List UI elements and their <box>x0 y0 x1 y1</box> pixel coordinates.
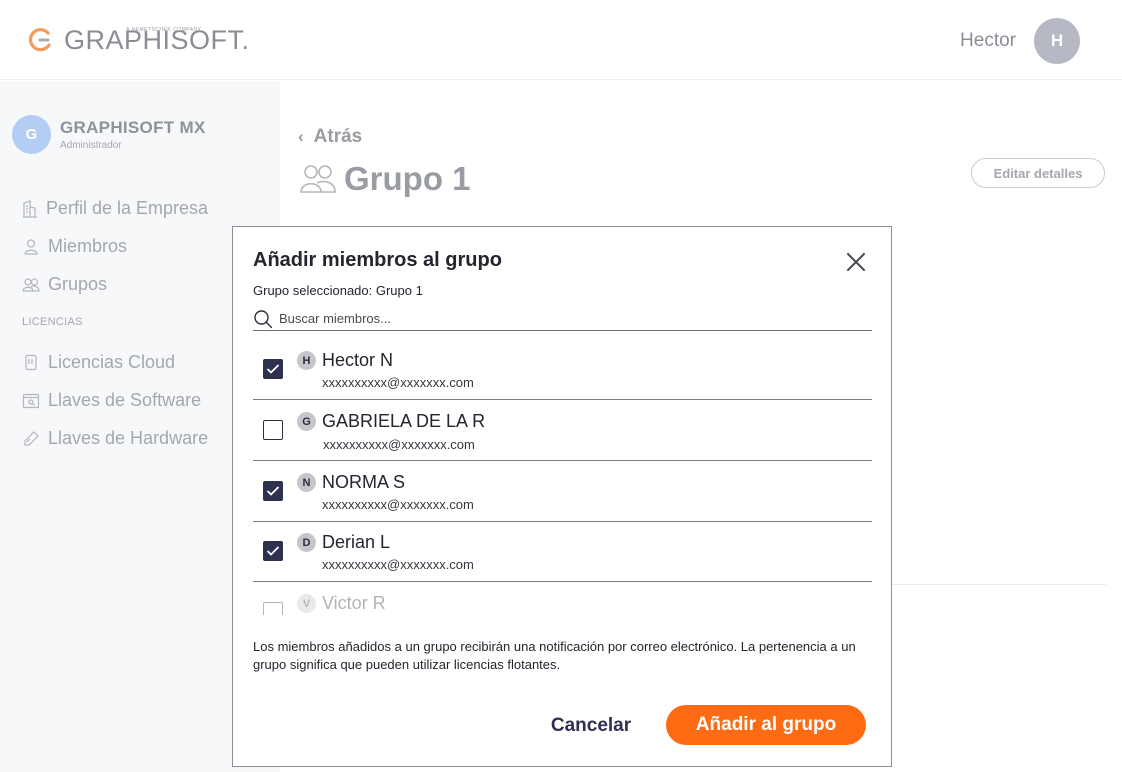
sidebar-item-grupos[interactable]: Grupos <box>22 274 107 295</box>
add-members-dialog: Añadir miembros al grupo Grupo seleccion… <box>232 226 892 767</box>
search-icon <box>254 309 273 328</box>
member-row[interactable]: N NORMA S xxxxxxxxxx@xxxxxxx.com <box>253 461 872 522</box>
member-row[interactable]: H Hector N xxxxxxxxxx@xxxxxxx.com <box>253 339 872 400</box>
check-icon <box>266 486 280 496</box>
section-licencias: LICENCIAS <box>22 316 83 328</box>
sidebar-item-label: Perfil de la Empresa <box>46 198 209 218</box>
member-checkbox[interactable] <box>263 420 283 440</box>
company-info: G GRAPHISOFT MX Administrador <box>12 115 206 154</box>
search-input[interactable] <box>279 311 839 326</box>
back-link[interactable]: ‹ Atrás <box>298 126 362 148</box>
member-name: Hector N <box>322 350 394 370</box>
building-icon <box>23 199 37 218</box>
member-row[interactable]: G GABRIELA DE LA R xxxxxxxxxx@xxxxxxx.co… <box>253 400 872 461</box>
member-checkbox[interactable] <box>263 541 283 561</box>
sidebar-item-label: Grupos <box>48 274 108 294</box>
company-role: Administrador <box>60 140 122 151</box>
back-label: Atrás <box>313 126 363 147</box>
dialog-note: Los miembros añadidos a un grupo recibir… <box>253 639 856 672</box>
check-icon <box>266 364 280 374</box>
chevron-left-icon: ‹ <box>298 127 304 146</box>
close-icon[interactable] <box>845 251 867 273</box>
company-avatar: G <box>12 115 51 154</box>
divider <box>892 584 1106 585</box>
member-name: Victor R <box>322 593 386 613</box>
member-avatar: G <box>297 412 316 431</box>
member-email: xxxxxxxxxx@xxxxxxx.com <box>322 497 474 512</box>
brand-subtitle: A NEMETSCHEK COMPANY <box>126 27 202 33</box>
company-name: GRAPHISOFT MX <box>60 118 206 137</box>
graphisoft-logo-icon <box>28 28 51 52</box>
add-to-group-button[interactable]: Añadir al grupo <box>666 705 866 745</box>
sidebar-item-label: Llaves de Hardware <box>48 428 209 448</box>
cloud-license-icon <box>25 354 37 370</box>
sidebar-item-label: Llaves de Software <box>48 390 202 410</box>
user-icon <box>24 238 38 255</box>
sidebar-item-licencias-cloud[interactable]: Licencias Cloud <box>22 352 175 373</box>
member-checkbox[interactable] <box>263 359 283 379</box>
check-icon <box>266 546 280 556</box>
edit-details-button[interactable]: Editar detalles <box>971 158 1105 188</box>
hardware-key-icon <box>24 430 39 446</box>
user-name: Hector <box>960 30 1016 51</box>
sidebar-item-llaves-hardware[interactable]: Llaves de Hardware <box>22 428 208 449</box>
member-avatar: D <box>297 533 316 552</box>
sidebar-item-llaves-software[interactable]: Llaves de Software <box>22 390 201 411</box>
member-checkbox[interactable] <box>263 602 283 615</box>
member-name: GABRIELA DE LA R <box>322 411 486 431</box>
member-avatar: H <box>297 351 316 370</box>
dialog-title: Añadir miembros al grupo <box>253 249 502 271</box>
sidebar-item-label: Licencias Cloud <box>48 352 176 372</box>
sidebar-item-miembros[interactable]: Miembros <box>22 236 127 257</box>
member-list[interactable]: H Hector N xxxxxxxxxx@xxxxxxx.com G GABR… <box>253 339 872 615</box>
group-icon <box>300 165 336 193</box>
software-key-icon <box>22 393 40 408</box>
cancel-button[interactable]: Cancelar <box>545 707 637 745</box>
top-header: GRAPHISOFT. A NEMETSCHEK COMPANY Hector … <box>0 0 1122 80</box>
member-name: Derian L <box>322 532 391 552</box>
member-avatar: N <box>297 473 316 492</box>
user-avatar[interactable]: H <box>1034 18 1080 64</box>
member-checkbox[interactable] <box>263 481 283 501</box>
search-members[interactable] <box>253 307 872 331</box>
selected-group-label: Grupo seleccionado: Grupo 1 <box>253 283 423 298</box>
page-title: Grupo 1 <box>344 160 471 197</box>
sidebar-item-label: Miembros <box>48 236 128 256</box>
member-email: xxxxxxxxxx@xxxxxxx.com <box>322 557 474 572</box>
sidebar-item-perfil-empresa[interactable]: Perfil de la Empresa <box>22 198 208 219</box>
member-email: xxxxxxxxxx@xxxxxxx.com <box>322 375 474 390</box>
member-row[interactable]: D Derian L xxxxxxxxxx@xxxxxxx.com <box>253 521 872 582</box>
page-header: Grupo 1 <box>300 160 471 198</box>
user-menu[interactable]: Hector H <box>960 18 1080 64</box>
member-avatar: V <box>297 594 316 613</box>
member-name: NORMA S <box>322 472 406 492</box>
group-icon <box>22 277 40 292</box>
member-row[interactable]: V Victor R <box>253 582 872 615</box>
member-email: xxxxxxxxxx@xxxxxxx.com <box>323 437 475 452</box>
